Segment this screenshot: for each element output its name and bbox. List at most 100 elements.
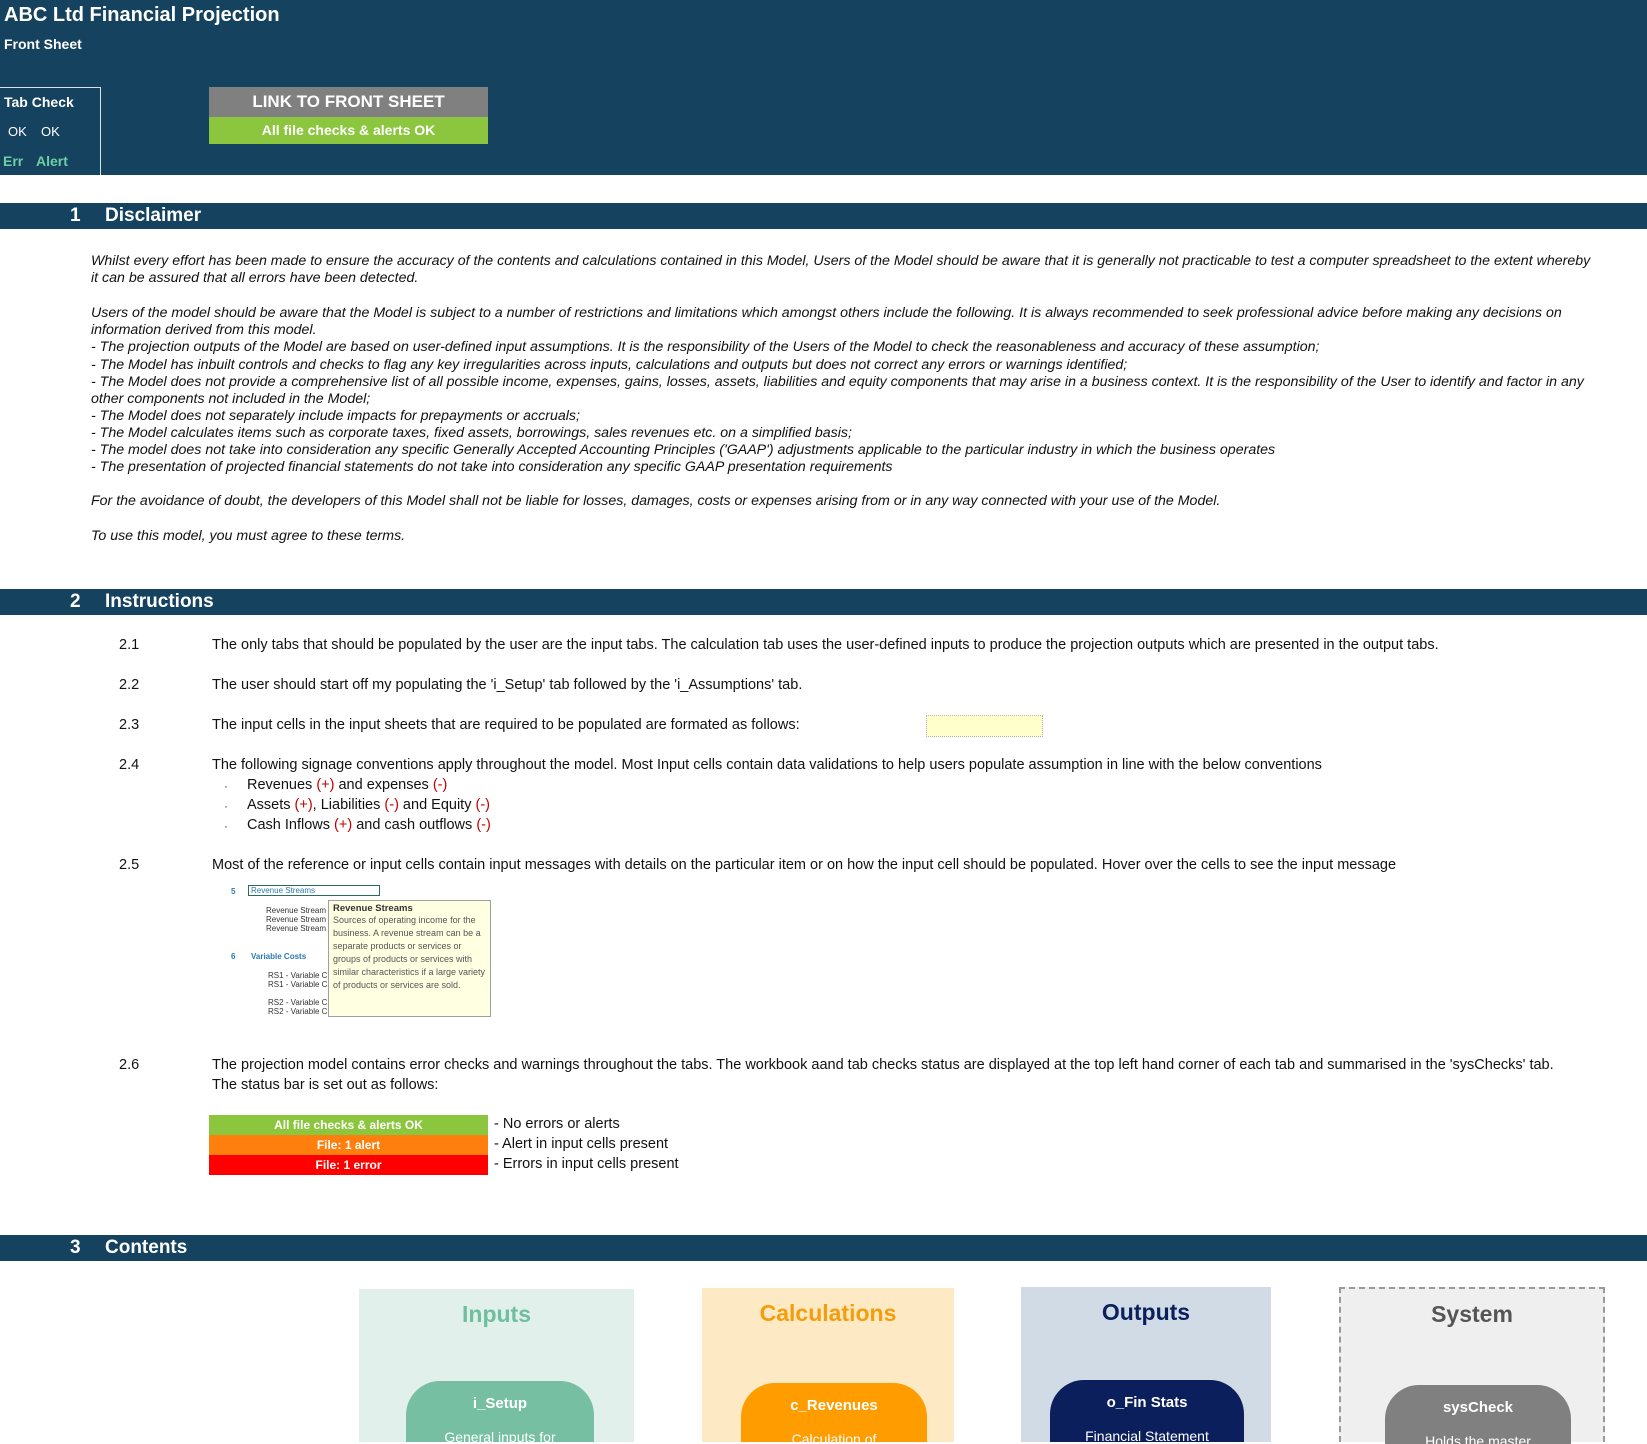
tab-link-i-setup[interactable]: i_Setup General inputs for [406, 1381, 594, 1442]
thumb-row-label: Revenue Stream [266, 906, 327, 915]
thumb-row-label: RS2 - Variable C [268, 1007, 328, 1016]
disclaimer-paragraph-2: Users of the model should be aware that … [91, 305, 1562, 338]
thumb-tooltip-body: Sources of operating income for the busi… [333, 915, 486, 990]
tab-link-syscheck[interactable]: sysCheck Holds the master [1385, 1385, 1571, 1444]
disclaimer-bullet-6: - The model does not take into considera… [91, 442, 1276, 458]
tab-check-err: Err [3, 153, 24, 169]
section-instructions-header: 2 Instructions [0, 589, 1647, 615]
convention-sign: (-) [432, 777, 448, 793]
disclaimer-bullet-5: - The Model calculates items such as cor… [91, 425, 852, 441]
instruction-number: 2.3 [119, 717, 140, 733]
page-subtitle: Front Sheet [4, 36, 82, 52]
tab-link-name: i_Setup [472, 1395, 528, 1412]
thumb-row-label: RS1 - Variable C [268, 980, 328, 989]
card-title: Inputs [462, 1301, 531, 1327]
thumb-selected-cell: Revenue Streams [248, 885, 380, 896]
tab-link-description: Holds the master [1425, 1433, 1531, 1444]
tab-link-description: Calculation of [791, 1431, 877, 1442]
thumb-tooltip: Revenue Streams Sources of operating inc… [328, 900, 491, 1017]
disclaimer-paragraph-1: Whilst every effort has been made to ens… [91, 253, 1591, 286]
sign-convention-revenues: Revenues (+) and expenses (-) [247, 777, 447, 793]
tab-check-alert: Alert [36, 153, 68, 169]
disclaimer-bullet-4: - The Model does not separately include … [91, 408, 580, 424]
tab-link-description: Financial Statement [1085, 1428, 1209, 1442]
tab-link-o-fin-stats[interactable]: o_Fin Stats Financial Statement [1050, 1380, 1244, 1442]
convention-sign: (+) [334, 817, 353, 833]
instruction-number: 2.2 [119, 677, 140, 693]
disclaimer-bullet-7: - The presentation of projected financia… [91, 459, 893, 475]
convention-sign: (+) [294, 797, 313, 813]
convention-text: Revenues [247, 777, 317, 793]
tab-check-ok-2: OK [41, 124, 60, 139]
section-number: 1 [70, 205, 81, 226]
instruction-number: 2.4 [119, 757, 140, 773]
status-legend-description: - Alert in input cells present [494, 1136, 669, 1152]
thumb-row-label: RS2 - Variable C [268, 998, 328, 1007]
instruction-number: 2.6 [119, 1057, 140, 1073]
tab-check-ok-1: OK [8, 124, 27, 139]
status-legend-bar: All file checks & alerts OK [209, 1115, 488, 1135]
input-cell-sample[interactable] [926, 715, 1043, 737]
sign-convention-assets: Assets (+), Liabilities (-) and Equity (… [247, 797, 490, 813]
convention-text: and cash outflows [352, 817, 477, 833]
instruction-text: The projection model contains error chec… [212, 1057, 1554, 1073]
tab-check-box: Tab Check OK OK Err Alert [0, 87, 101, 175]
thumb-row-number: 6 [231, 952, 236, 961]
contents-card-outputs: Outputs o_Fin Stats Financial Statement [1021, 1287, 1271, 1442]
tab-link-description: General inputs for [444, 1429, 556, 1442]
instruction-number: 2.5 [119, 857, 140, 873]
convention-text: and expenses [334, 777, 433, 793]
tab-link-c-revenues[interactable]: c_Revenues Calculation of [741, 1383, 927, 1442]
section-title: Disclaimer [105, 205, 202, 226]
thumb-row-number: 5 [231, 887, 236, 896]
disclaimer-paragraph-4: To use this model, you must agree to the… [91, 528, 406, 544]
instruction-text-continued: The status bar is set out as follows: [212, 1077, 439, 1093]
convention-text: and Equity [398, 797, 476, 813]
bullet-dot: · [224, 779, 228, 793]
section-title: Instructions [105, 591, 214, 612]
page-title: ABC Ltd Financial Projection [4, 4, 280, 26]
tab-check-label: Tab Check [4, 94, 74, 110]
instruction-text: The user should start off my populating … [212, 677, 803, 693]
bullet-dot: · [224, 799, 228, 813]
input-message-example-image: 5 Revenue Streams Revenue Stream Revenue… [228, 885, 498, 1020]
instruction-text: The input cells in the input sheets that… [212, 717, 800, 733]
disclaimer-bullet-1: - The projection outputs of the Model ar… [91, 339, 1320, 355]
convention-sign: (-) [384, 797, 399, 813]
thumb-row-label: Revenue Stream [266, 924, 327, 933]
bullet-dot: · [224, 819, 228, 833]
section-contents-header: 3 Contents [0, 1235, 1647, 1261]
thumb-tooltip-title: Revenue Streams [333, 903, 413, 914]
disclaimer-bullet-3: - The Model does not provide a comprehen… [91, 374, 1584, 407]
tab-link-name: o_Fin Stats [1106, 1394, 1188, 1411]
convention-sign: (-) [475, 797, 490, 813]
instruction-text: The only tabs that should be populated b… [212, 637, 1439, 653]
tab-link-name: sysCheck [1442, 1399, 1514, 1416]
contents-card-system: System sysCheck Holds the master [1339, 1287, 1605, 1444]
contents-card-inputs: Inputs i_Setup General inputs for [359, 1289, 634, 1442]
file-status-bar: All file checks & alerts OK [209, 117, 488, 144]
thumb-row-label: RS1 - Variable C [268, 971, 328, 980]
status-legend-bar: File: 1 error [209, 1155, 488, 1175]
thumb-row-label: Revenue Stream [266, 915, 327, 924]
convention-text: Cash Inflows [247, 817, 335, 833]
contents-card-calculations: Calculations c_Revenues Calculation of [702, 1288, 954, 1442]
instruction-text: Most of the reference or input cells con… [212, 857, 1397, 873]
status-legend-description: - Errors in input cells present [494, 1156, 679, 1172]
status-legend-description: - No errors or alerts [494, 1116, 620, 1132]
sign-convention-cash: Cash Inflows (+) and cash outflows (-) [247, 817, 491, 833]
status-legend-bar: File: 1 alert [209, 1135, 488, 1155]
instruction-text: The following signage conventions apply … [212, 757, 1322, 773]
section-disclaimer-header: 1 Disclaimer [0, 203, 1647, 229]
section-number: 2 [70, 591, 81, 612]
card-title: Calculations [759, 1300, 897, 1326]
convention-text: , Liabilities [312, 797, 385, 813]
section-number: 3 [70, 1237, 81, 1258]
convention-sign: (+) [316, 777, 335, 793]
card-title: Outputs [1101, 1299, 1191, 1325]
thumb-section-label: Variable Costs [251, 952, 307, 961]
instruction-number: 2.1 [119, 637, 140, 653]
tab-link-name: c_Revenues [790, 1397, 878, 1414]
section-title: Contents [105, 1237, 188, 1258]
link-to-front-sheet-button[interactable]: LINK TO FRONT SHEET [209, 87, 488, 117]
